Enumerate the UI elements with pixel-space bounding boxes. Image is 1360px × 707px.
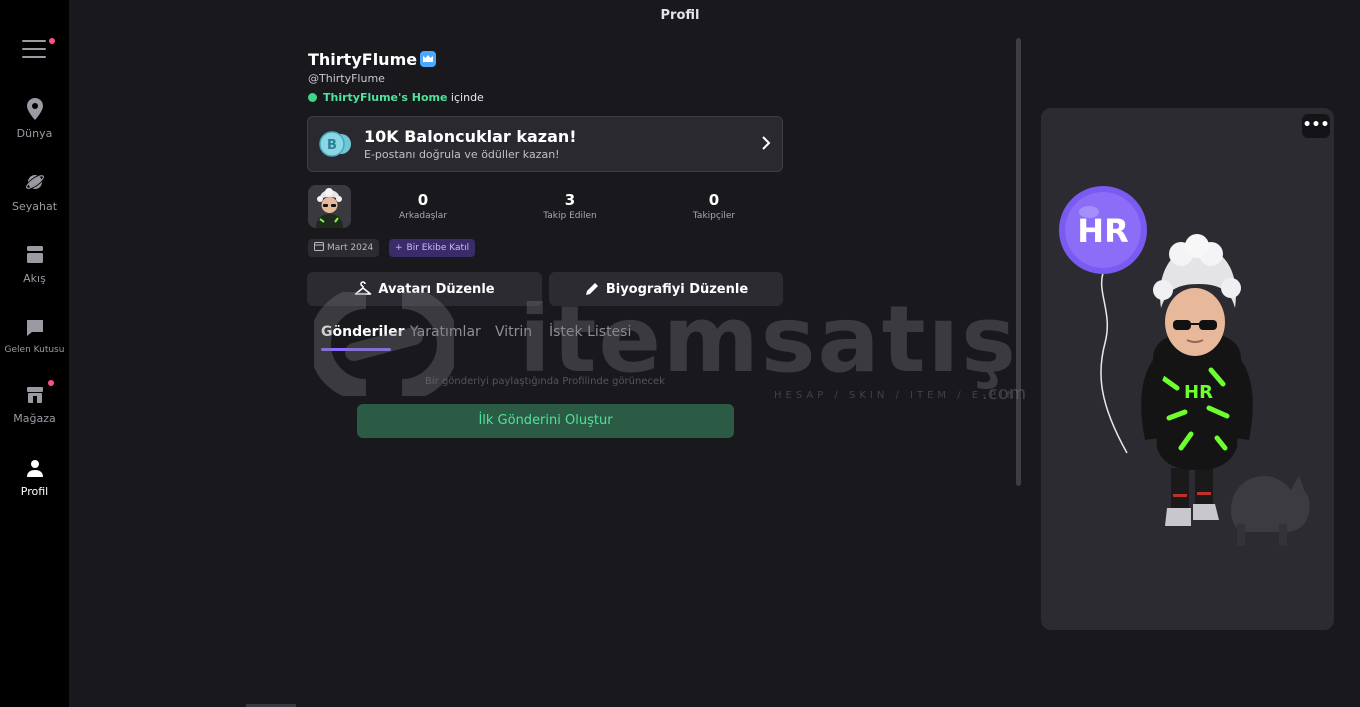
planet-icon <box>24 174 45 190</box>
plus-icon: + <box>395 243 403 253</box>
user-icon <box>26 460 43 477</box>
edit-bio-button[interactable]: Biyografiyi Düzenle <box>549 272 783 306</box>
pencil-icon <box>585 283 598 295</box>
inbox-icon <box>26 320 43 336</box>
sidebar-item-label: Mağaza <box>13 412 56 425</box>
chevron-right-icon <box>762 136 771 150</box>
hanger-icon <box>355 281 372 295</box>
feed-icon <box>26 246 43 263</box>
sidebar-item-label: Gelen Kutusu <box>4 345 65 355</box>
tab-creations[interactable]: Yaratımlar <box>410 324 481 340</box>
promo-title: 10K Baloncuklar kazan! <box>364 127 577 146</box>
sidebar-item-profile[interactable]: Profil <box>0 457 69 498</box>
edit-avatar-button[interactable]: Avatarı Düzenle <box>307 272 542 306</box>
sidebar-item-inbox[interactable]: Gelen Kutusu <box>0 317 69 355</box>
followers-stat[interactable]: 0 Takipçiler <box>654 191 774 221</box>
tab-posts[interactable]: Gönderiler <box>321 324 405 340</box>
sidebar: Dünya Seyahat Akış Gelen Kutusu Mağaza P… <box>0 0 69 707</box>
crown-icon <box>420 51 437 67</box>
sidebar-item-world[interactable]: Dünya <box>0 97 69 140</box>
avatar-preview-panel: ••• HR HR <box>1041 108 1334 630</box>
avatar-character-image: HR HR <box>1059 186 1310 546</box>
svg-text:HR: HR <box>1184 382 1213 403</box>
page-title: Profil <box>660 8 700 23</box>
sidebar-item-label: Seyahat <box>11 200 58 213</box>
tab-wishlist[interactable]: İstek Listesi <box>549 324 631 340</box>
friends-stat[interactable]: 0 Arkadaşlar <box>363 191 483 221</box>
watermark-subtext: HESAP / SKIN / ITEM / E-PIN <box>774 390 1019 401</box>
profile-username: ThirtyFlume <box>308 50 437 69</box>
sidebar-item-label: Dünya <box>16 127 53 140</box>
tab-showcase[interactable]: Vitrin <box>495 324 532 340</box>
sidebar-item-travel[interactable]: Seyahat <box>0 170 69 213</box>
following-stat[interactable]: 3 Takip Edilen <box>510 191 630 221</box>
promo-subtitle: E-postanı doğrula ve ödüller kazan! <box>364 148 560 161</box>
watermark: itemsatış HESAP / SKIN / ITEM / E-PIN .c… <box>314 290 1054 410</box>
menu-notification-dot <box>49 38 55 44</box>
active-tab-indicator <box>321 348 391 351</box>
online-status-icon <box>308 93 317 102</box>
scrollbar[interactable] <box>1016 38 1021 486</box>
avatar[interactable] <box>308 185 351 228</box>
shop-icon <box>26 387 43 403</box>
join-team-button[interactable]: + Bir Ekibe Katıl <box>389 239 476 257</box>
sidebar-item-shop[interactable]: Mağaza <box>0 384 69 425</box>
joined-date-badge: Mart 2024 <box>308 239 380 257</box>
profile-handle: @ThirtyFlume <box>308 72 385 85</box>
sidebar-item-label: Akış <box>23 272 46 285</box>
sidebar-item-label: Profil <box>20 485 49 498</box>
create-first-post-button[interactable]: İlk Gönderini Oluştur <box>357 404 734 438</box>
location-pin-icon <box>26 98 43 120</box>
empty-posts-text: Bir gönderiyi paylaştığında Profilinde g… <box>425 376 665 387</box>
sidebar-item-feed[interactable]: Akış <box>0 244 69 285</box>
menu-button[interactable] <box>22 40 46 62</box>
profile-location: ThirtyFlume's Home içinde <box>308 91 484 104</box>
svg-text:HR: HR <box>1077 212 1128 250</box>
bubble-coin-icon: B <box>319 131 351 157</box>
location-link[interactable]: ThirtyFlume's Home <box>323 91 447 104</box>
svg-text:B: B <box>327 138 337 153</box>
calendar-icon <box>314 242 324 251</box>
bubbles-promo-banner[interactable]: B 10K Baloncuklar kazan! E-postanı doğru… <box>307 116 783 172</box>
